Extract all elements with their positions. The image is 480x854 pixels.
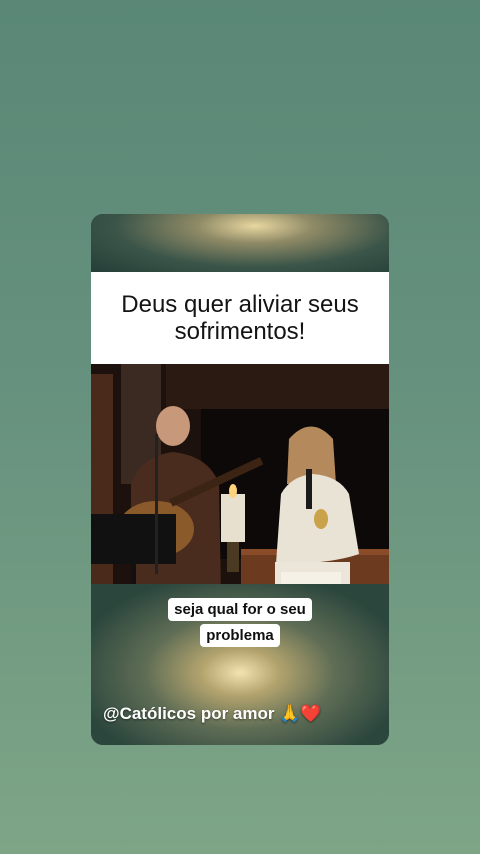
post-title: Deus quer aliviar seus sofrimentos! [121,291,359,345]
caption-text-1: seja qual for o seu [168,598,312,621]
account-handle[interactable]: @Católicos por amor 🙏❤️ [103,704,322,724]
top-light-banner [91,214,389,274]
video-scene-illustration [91,364,389,594]
caption-text-2: problema [200,624,280,647]
video-frame[interactable] [91,364,389,594]
caption-line-2: problema [91,624,389,647]
caption-line-1: seja qual for o seu [91,598,389,621]
title-box: Deus quer aliviar seus sofrimentos! [91,272,389,364]
post-card[interactable]: Deus quer aliviar seus sofrimentos! seja… [91,214,389,745]
